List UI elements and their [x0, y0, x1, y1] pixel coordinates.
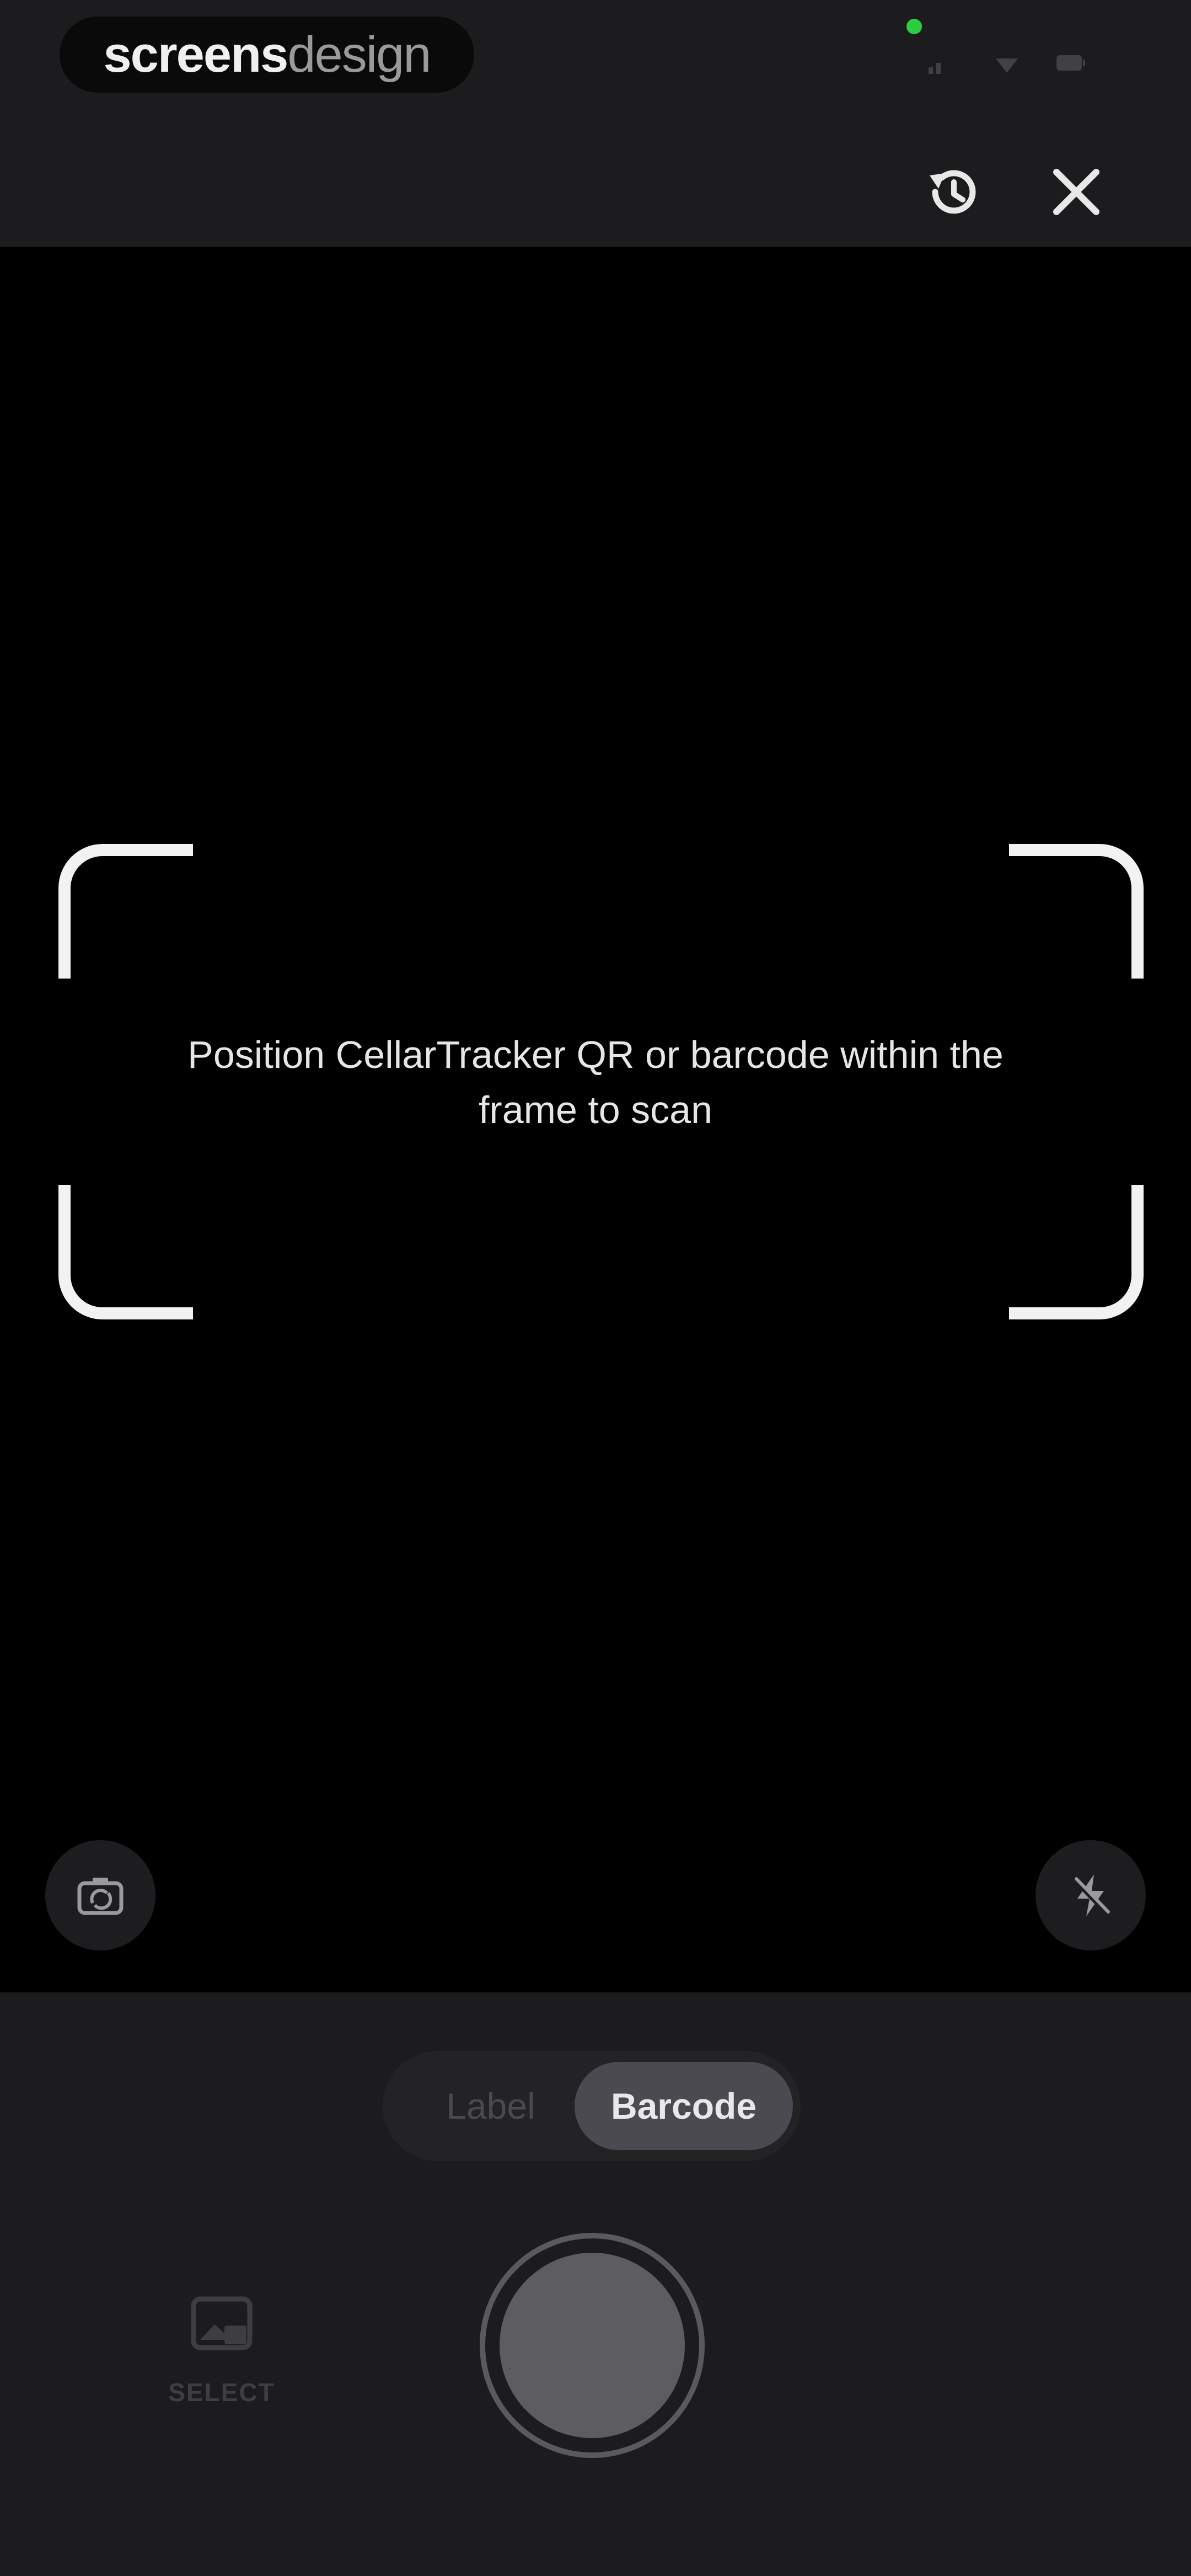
brand-part-1: screens — [103, 26, 289, 83]
select-image-button[interactable]: SELECT — [155, 2288, 288, 2431]
camera-switch-icon — [77, 1878, 124, 1915]
status-icons — [927, 51, 1086, 75]
history-button[interactable] — [920, 159, 986, 225]
history-icon — [930, 170, 976, 214]
close-button[interactable] — [1043, 159, 1109, 225]
select-label: SELECT — [168, 2378, 275, 2407]
brand-part-2: design — [287, 26, 431, 83]
scan-frame-corner-bottom-left — [58, 1185, 193, 1319]
signal-icon — [929, 63, 941, 74]
battery-icon — [1056, 55, 1085, 71]
scanner-screen: screensdesign Position CellarTracker QR … — [0, 0, 1191, 2576]
shutter-button-inner — [500, 2253, 685, 2438]
mode-switch: Label Barcode — [383, 2051, 801, 2161]
image-icon — [191, 2296, 253, 2350]
shutter-button[interactable] — [480, 2233, 705, 2458]
close-icon — [1053, 169, 1099, 215]
scan-instruction-line-1: Position CellarTracker QR or barcode wit… — [187, 1033, 1004, 1076]
scan-frame-corner-top-right — [1009, 844, 1144, 979]
mode-tab-barcode[interactable]: Barcode — [575, 2062, 793, 2150]
mode-tab-label[interactable]: Label — [403, 2062, 579, 2150]
scan-instruction: Position CellarTracker QR or barcode wit… — [132, 1027, 1059, 1137]
scan-instruction-line-2: frame to scan — [478, 1088, 713, 1131]
flash-off-icon — [1072, 1874, 1110, 1916]
wifi-icon — [996, 58, 1018, 73]
scan-frame-corner-bottom-right — [1009, 1185, 1144, 1319]
top-bar: screensdesign — [0, 0, 1191, 247]
bottom-panel: Label Barcode SELECT — [0, 1992, 1191, 2576]
brand-text: screensdesign — [103, 26, 432, 84]
scan-frame-corner-top-left — [58, 844, 193, 979]
camera-active-indicator — [906, 19, 922, 34]
brand-logo: screensdesign — [60, 17, 474, 93]
flash-toggle-button[interactable] — [1036, 1840, 1146, 1950]
switch-camera-button[interactable] — [45, 1840, 155, 1950]
